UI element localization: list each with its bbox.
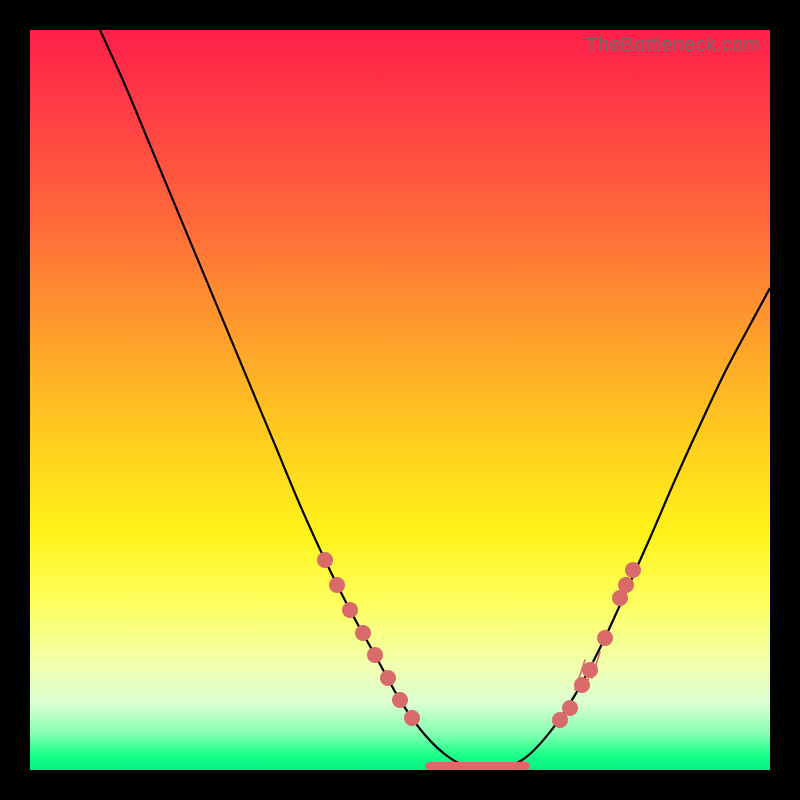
curve-bottom-band [425,762,530,770]
curve-marker [342,602,358,618]
curve-marker [380,670,396,686]
curve-marker [355,625,371,641]
plot-area: TheBottleneck.com [30,30,770,770]
curve-marker [392,692,408,708]
curve-marker [317,552,333,568]
curve-markers-right [552,562,641,728]
chart-svg [30,30,770,770]
curve-marker [625,562,641,578]
curve-marker [618,577,634,593]
bottleneck-curve [100,30,770,770]
curve-marker [367,647,383,663]
curve-markers-left [317,552,420,726]
chart-frame: TheBottleneck.com [0,0,800,800]
curve-marker [329,577,345,593]
curve-marker [404,710,420,726]
curve-marker [597,630,613,646]
curve-marker [562,700,578,716]
